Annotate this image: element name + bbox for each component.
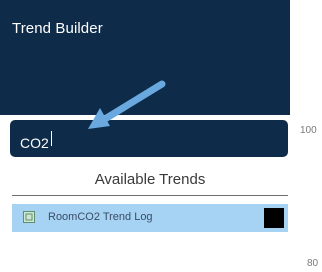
trend-list-item[interactable]: RoomCO2 Trend Log [12,204,288,232]
available-trends-title: Available Trends [94,171,206,188]
trend-item-label: RoomCO2 Trend Log [48,211,153,223]
app-title: Trend Builder [12,20,103,37]
trend-color-swatch[interactable] [264,208,284,228]
section-divider [12,195,288,196]
checkmark-icon [25,213,33,221]
text-caret [51,131,52,146]
axis-label-top: 100 [300,125,317,136]
pointer-arrow-icon [88,80,166,129]
axis-label-bottom: 80 [307,258,319,269]
trend-checkbox[interactable] [23,211,35,223]
